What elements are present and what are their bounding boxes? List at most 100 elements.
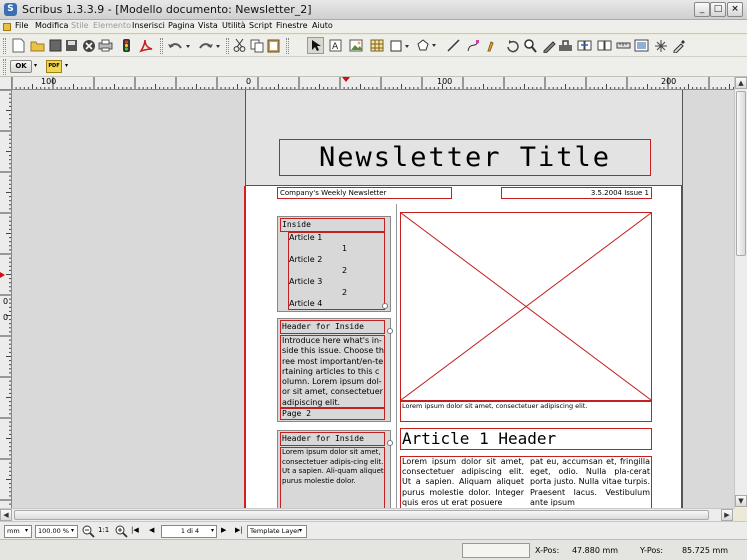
pdf-dropdown-chevron-icon[interactable]: ▾	[65, 62, 68, 69]
image-frame-icon[interactable]	[347, 37, 364, 54]
vertical-scrollbar[interactable]: ▲ ▼	[734, 77, 747, 508]
copy-properties-icon[interactable]	[652, 37, 669, 54]
image-caption[interactable]: Lorem ipsum dolor sit amet, consectetuer…	[400, 401, 652, 422]
overflow-marker-icon[interactable]	[387, 440, 393, 446]
toolbar-grip[interactable]	[286, 38, 289, 54]
horizontal-scroll-thumb[interactable]	[14, 510, 709, 520]
page-chevron-down-icon[interactable]: ▾	[211, 527, 214, 534]
overflow-marker-icon[interactable]	[387, 328, 393, 334]
menu-aiuto[interactable]: Aiuto	[312, 21, 333, 30]
image-properties-icon[interactable]	[633, 37, 650, 54]
unit-chevron-down-icon[interactable]: ▾	[25, 527, 28, 534]
layer-chevron-down-icon[interactable]: ▾	[299, 527, 302, 534]
save-icon[interactable]	[63, 37, 80, 54]
close-document-icon[interactable]	[47, 37, 64, 54]
sidebar-header[interactable]: Header for Inside	[280, 432, 385, 446]
cut-icon[interactable]	[231, 37, 248, 54]
article-column-1[interactable]: Lorem ipsum dolor sit amet, consectetuer…	[402, 457, 524, 508]
pdf-tools-button[interactable]: PDF	[46, 60, 62, 73]
edit-text-icon[interactable]	[557, 37, 574, 54]
horizontal-ruler[interactable]: 100 0 100 200	[12, 77, 734, 90]
menu-finestre[interactable]: Finestre	[276, 21, 308, 30]
sidebar-body-text[interactable]: Introduce here what's in-side this issue…	[280, 335, 385, 408]
scroll-down-arrow-icon[interactable]: ▼	[735, 495, 747, 507]
minimize-button[interactable]: _	[694, 2, 710, 17]
menu-utilita[interactable]: Utilità	[222, 21, 246, 30]
menu-modifica[interactable]: Modifica	[35, 21, 68, 30]
ok-button[interactable]: OK	[10, 60, 32, 73]
unlink-text-frames-icon[interactable]	[596, 37, 613, 54]
toolbar-grip[interactable]	[3, 59, 6, 75]
eyedropper-icon[interactable]	[670, 37, 687, 54]
vertical-ruler[interactable]: 0 0	[0, 90, 12, 508]
vertical-scroll-thumb[interactable]	[736, 91, 746, 256]
measurements-icon[interactable]	[615, 37, 632, 54]
scroll-right-arrow-icon[interactable]: ▶	[721, 509, 733, 521]
layer-selector[interactable]: Template Layer	[247, 525, 307, 538]
new-document-icon[interactable]	[10, 37, 27, 54]
menu-script[interactable]: Script	[249, 21, 272, 30]
paste-icon[interactable]	[265, 37, 282, 54]
sidebar-body-text[interactable]: Lorem ipsum dolor sit amet, consectetuer…	[280, 447, 385, 508]
line-tool-icon[interactable]	[445, 37, 462, 54]
polygon-tool-icon[interactable]	[417, 37, 439, 54]
menu-inserisci[interactable]: Inserisci	[132, 21, 165, 30]
link-text-frames-icon[interactable]	[576, 37, 593, 54]
zoom-ratio-label[interactable]: 1:1	[98, 526, 109, 534]
maximize-button[interactable]: □	[710, 2, 726, 17]
open-folder-icon[interactable]	[29, 37, 46, 54]
zoom-chevron-down-icon[interactable]: ▾	[71, 527, 74, 534]
pdf-export-icon[interactable]	[137, 37, 154, 54]
toc-item-label[interactable]: Article 3	[289, 277, 322, 286]
image-placeholder-frame[interactable]	[400, 212, 652, 401]
select-arrow-icon[interactable]	[307, 37, 324, 54]
menu-pagina[interactable]: Pagina	[168, 21, 195, 30]
ruler-corner[interactable]	[0, 77, 12, 90]
ok-dropdown-chevron-icon[interactable]: ▾	[34, 62, 37, 69]
last-page-icon[interactable]: ▶|	[235, 526, 243, 534]
menu-elemento[interactable]: Elemento	[93, 21, 131, 30]
revert-icon[interactable]	[80, 37, 97, 54]
close-button[interactable]: ×	[727, 2, 743, 17]
toolbar-grip[interactable]	[3, 38, 6, 54]
horizontal-scrollbar[interactable]: ◀ ▶	[0, 508, 734, 521]
overflow-marker-icon[interactable]	[382, 303, 388, 309]
document-menu-icon[interactable]	[3, 23, 11, 31]
menu-vista[interactable]: Vista	[198, 21, 218, 30]
text-frame-icon[interactable]: A	[327, 37, 344, 54]
article-header[interactable]: Article 1 Header	[400, 428, 652, 450]
zoom-icon[interactable]	[522, 37, 539, 54]
scroll-left-arrow-icon[interactable]: ◀	[0, 509, 12, 521]
toc-item-label[interactable]: Article 4	[289, 299, 322, 308]
subtitle-date-issue[interactable]: 3.5.2004 Issue 1	[501, 187, 652, 199]
toolbar-grip[interactable]	[226, 38, 229, 54]
scroll-up-arrow-icon[interactable]: ▲	[735, 77, 747, 89]
print-icon[interactable]	[97, 37, 114, 54]
newsletter-title[interactable]: Newsletter Title	[279, 139, 651, 176]
subtitle-company[interactable]: Company's Weekly Newsletter	[277, 187, 452, 199]
sidebar-page-ref[interactable]: Page 2	[280, 408, 385, 420]
article-column-2[interactable]: pat eu, accumsan et, fringilla eget, odi…	[530, 457, 650, 508]
undo-icon[interactable]	[166, 37, 191, 54]
shape-tool-icon[interactable]	[390, 37, 412, 54]
previous-page-icon[interactable]: ◀	[149, 526, 154, 534]
rotate-item-icon[interactable]	[503, 37, 520, 54]
menu-file[interactable]: File	[15, 21, 28, 30]
page-selector[interactable]: 1 di 4	[161, 525, 217, 538]
bezier-tool-icon[interactable]	[464, 37, 481, 54]
toc-item-label[interactable]: Article 2	[289, 255, 322, 264]
inside-title[interactable]: Inside	[280, 218, 385, 232]
toc-item-label[interactable]: Article 1	[289, 233, 322, 242]
zoom-in-icon[interactable]	[114, 524, 128, 538]
toolbar-grip[interactable]	[160, 38, 163, 54]
copy-icon[interactable]	[248, 37, 265, 54]
menu-stile[interactable]: Stile	[71, 21, 89, 30]
edit-contents-icon[interactable]	[540, 37, 557, 54]
preflight-verifier-icon[interactable]	[118, 37, 135, 54]
zoom-out-icon[interactable]	[81, 524, 95, 538]
first-page-icon[interactable]: |◀	[131, 526, 139, 534]
freehand-line-icon[interactable]	[484, 37, 501, 54]
next-page-icon[interactable]: ▶	[221, 526, 226, 534]
document-canvas[interactable]: Newsletter Title Company's Weekly Newsle…	[12, 90, 734, 508]
redo-icon[interactable]	[196, 37, 221, 54]
